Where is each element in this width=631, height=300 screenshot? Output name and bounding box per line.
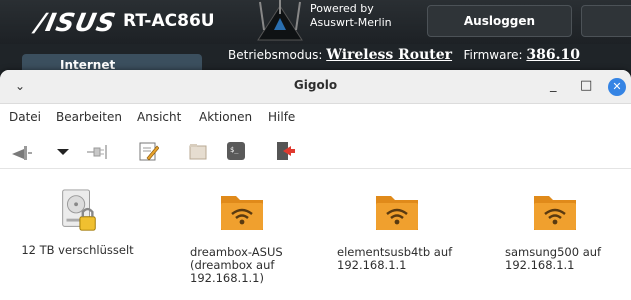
- title-bar[interactable]: ⌄ Gigolo _ □ ✕: [0, 70, 631, 104]
- dropdown-arrow-icon[interactable]: [52, 140, 74, 162]
- network-folder-icon: [221, 196, 263, 230]
- toolbar: $_: [0, 132, 631, 169]
- powered-by-text: Powered by Asuswrt-Merlin: [310, 2, 392, 30]
- powered-by-line1: Powered by: [310, 2, 374, 15]
- powered-by-line2: Asuswrt-Merlin: [310, 16, 392, 29]
- asus-logo: /ISUS: [32, 8, 119, 37]
- menu-aktionen[interactable]: Aktionen: [199, 110, 252, 124]
- router-icon: [257, 0, 303, 41]
- menu-hilfe[interactable]: Hilfe: [268, 110, 295, 124]
- list-item[interactable]: 12 TB verschlüsselt: [10, 188, 145, 257]
- item-label: samsung500 auf 192.168.1.1: [505, 245, 602, 272]
- list-item[interactable]: samsung500 auf 192.168.1.1: [505, 188, 625, 272]
- menu-bearbeiten[interactable]: Bearbeiten: [56, 110, 122, 124]
- network-folder-icon: [376, 196, 418, 230]
- encrypted-drive-icon: [61, 189, 96, 231]
- logout-button[interactable]: Ausloggen: [427, 5, 572, 37]
- list-item[interactable]: dreambox-ASUS (dreambox auf 192.168.1.1): [190, 188, 310, 285]
- firmware-label: Firmware:: [463, 48, 523, 62]
- list-item[interactable]: elementsusb4tb auf 192.168.1.1: [337, 188, 472, 272]
- router-extra-button[interactable]: [581, 5, 631, 37]
- open-folder-icon[interactable]: [187, 140, 209, 162]
- item-label: 12 TB verschlüsselt: [21, 243, 134, 257]
- svg-text:$_: $_: [230, 146, 239, 154]
- bookmarks-edit-icon[interactable]: [137, 140, 159, 162]
- gigolo-window: ⌄ Gigolo _ □ ✕ Datei Bearbeiten Ansicht …: [0, 70, 631, 300]
- router-admin-page: /ISUS RT-AC86U Powered by Asuswrt-Merlin…: [0, 0, 631, 80]
- terminal-icon[interactable]: $_: [225, 140, 247, 162]
- menu-ansicht[interactable]: Ansicht: [137, 110, 181, 124]
- mode-value-link[interactable]: Wireless Router: [326, 47, 452, 63]
- item-label: dreambox-ASUS (dreambox auf 192.168.1.1): [190, 245, 283, 285]
- mode-label: Betriebsmodus:: [228, 48, 323, 62]
- menu-datei[interactable]: Datei: [9, 110, 41, 124]
- minimize-button[interactable]: _: [550, 79, 557, 93]
- network-folder-icon: [534, 196, 576, 230]
- item-label: elementsusb4tb auf 192.168.1.1: [337, 245, 453, 272]
- quit-icon[interactable]: [274, 140, 296, 162]
- disconnect-icon[interactable]: [86, 140, 108, 162]
- maximize-button[interactable]: □: [580, 79, 592, 93]
- window-title: Gigolo: [293, 78, 338, 92]
- close-button[interactable]: ✕: [608, 78, 626, 96]
- router-model: RT-AC86U: [123, 11, 215, 31]
- connect-icon[interactable]: [10, 140, 32, 162]
- router-status-line: Betriebsmodus: Wireless Router Firmware:…: [228, 47, 580, 63]
- menu-bar: Datei Bearbeiten Ansicht Aktionen Hilfe: [0, 104, 631, 130]
- firmware-value-link[interactable]: 386.10: [526, 47, 580, 63]
- connections-view: 12 TB verschlüsselt dreambox-ASUS (dream…: [0, 170, 631, 300]
